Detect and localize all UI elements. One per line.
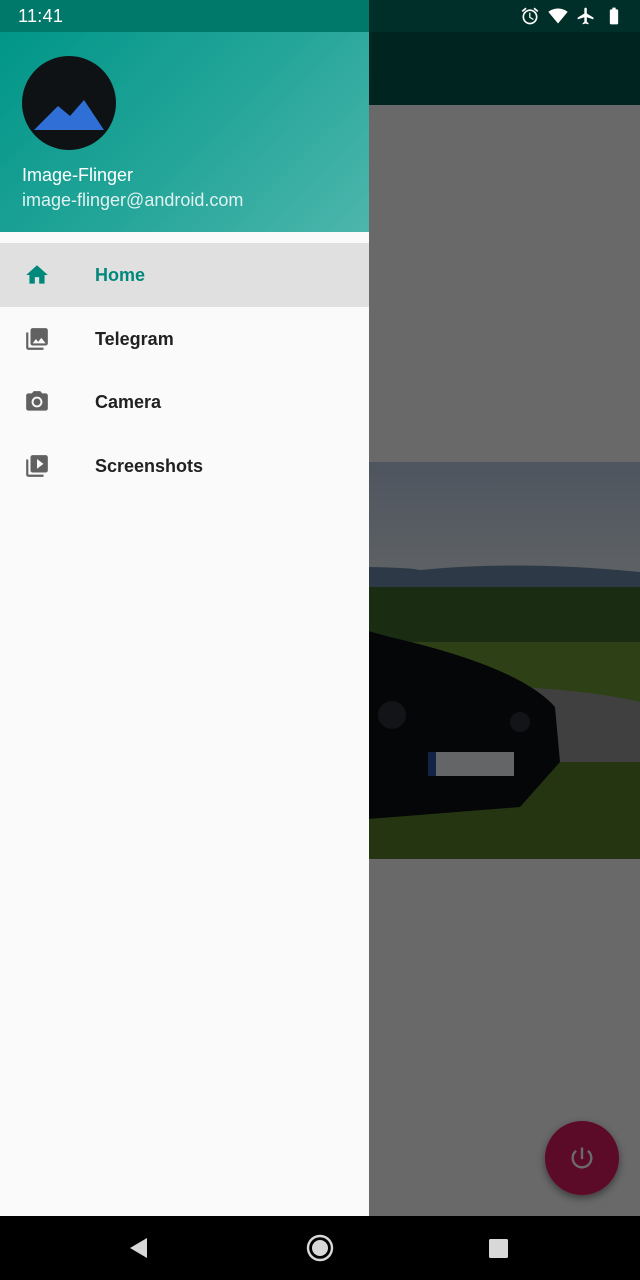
drawer-header: Image-Flinger image-flinger@android.com [0,32,369,232]
home-circle-icon[interactable] [306,1234,334,1262]
recents-icon[interactable] [488,1238,509,1259]
battery-icon [604,6,624,26]
header-app-name: Image-Flinger [22,165,134,185]
drawer-menu: Home Telegram Camera Screenshots [0,243,369,497]
drawer-item-telegram[interactable]: Telegram [0,307,369,371]
avatar[interactable] [22,56,116,150]
system-navigation-bar [0,1216,640,1280]
drawer-item-label: Screenshots [95,455,204,476]
header-email: image-flinger@android.com [22,190,244,210]
photo-library-icon [24,326,50,352]
wifi-icon [548,6,568,26]
power-fab-button[interactable] [545,1121,619,1195]
airplane-icon [576,6,596,26]
camera-icon [24,389,50,415]
drawer-item-home[interactable]: Home [0,243,369,307]
drawer-item-screenshots[interactable]: Screenshots [0,434,369,498]
mountain-logo-icon [34,100,104,130]
alarm-icon [520,6,540,26]
status-time: 11:41 [18,6,64,26]
drawer-item-label: Camera [95,392,162,412]
drawer-item-label: Telegram [95,328,174,349]
video-library-icon [24,453,50,479]
status-bar: 11:41 [0,0,640,32]
navigation-drawer: Image-Flinger image-flinger@android.com … [0,0,369,1216]
drawer-item-camera[interactable]: Camera [0,370,369,434]
back-icon[interactable] [127,1236,151,1260]
drawer-item-label: Home [95,265,146,285]
home-icon [24,262,50,288]
